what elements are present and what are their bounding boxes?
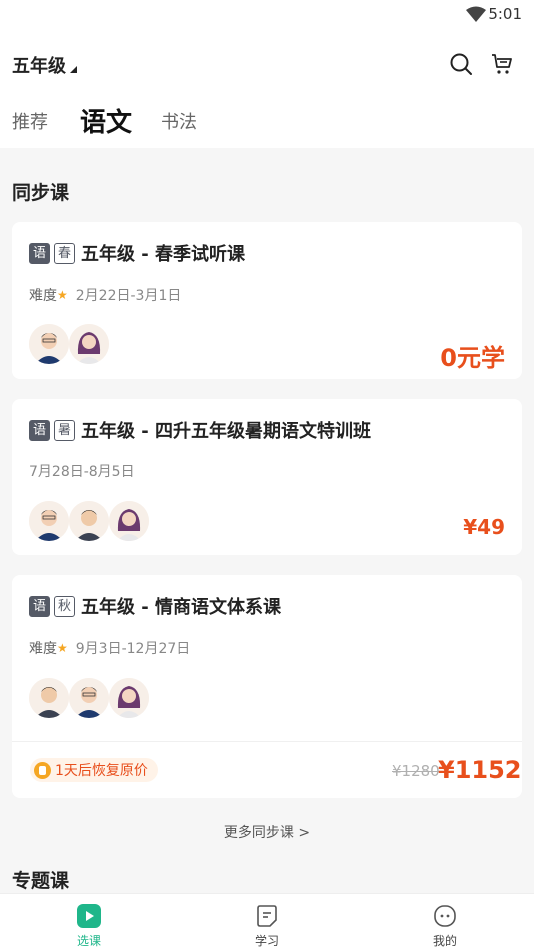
star-icon: ★ (57, 288, 68, 302)
tab-calligraphy[interactable]: 书法 (161, 108, 197, 134)
promo-badge: 1天后恢复原价 (30, 758, 158, 782)
avatar (29, 324, 69, 364)
tab-recommend[interactable]: 推荐 (12, 108, 48, 134)
course-meta: 难度 ★ 2月22日-3月1日 (29, 285, 181, 305)
avatar (69, 501, 109, 541)
search-icon[interactable] (449, 52, 473, 76)
difficulty-label: 难度 (29, 288, 57, 304)
subject-tag: 语 (29, 419, 50, 441)
avatar (29, 501, 69, 541)
course-title: 五年级 - 情商语文体系课 (81, 597, 282, 618)
grade-selector[interactable]: 五年级 (12, 52, 66, 78)
divider (12, 741, 522, 742)
wifi-icon (466, 6, 486, 22)
notes-icon (257, 905, 277, 927)
teacher-avatars (29, 678, 149, 718)
status-time: 5:01 (488, 5, 522, 23)
bottom-nav: 选课 学习 我的 (0, 893, 534, 949)
top-bar: 五年级 推荐 语文 书法 (0, 30, 534, 148)
course-dates: 7月28日-8月5日 (29, 464, 135, 480)
course-title: 五年级 - 四升五年级暑期语文特训班 (81, 421, 372, 442)
star-icon: ★ (57, 641, 68, 655)
caret-icon[interactable] (70, 66, 77, 73)
nav-item-study[interactable]: 学习 (178, 894, 356, 949)
status-bar: 5:01 (0, 0, 534, 30)
course-card[interactable]: 语 秋 五年级 - 情商语文体系课 难度 ★ 9月3日-12月27日 1天后恢复… (12, 575, 522, 798)
course-price: 0元学 (440, 344, 505, 372)
avatar (69, 678, 109, 718)
card-title-row: 语 春 五年级 - 春季试听课 (29, 240, 245, 266)
difficulty-label: 难度 (29, 641, 57, 657)
face-icon (434, 905, 456, 927)
course-dates: 9月3日-12月27日 (75, 641, 191, 657)
section-title-sync: 同步课 (12, 182, 70, 204)
course-meta: 难度 ★ 9月3日-12月27日 (29, 638, 190, 658)
promo-text: 1天后恢复原价 (55, 763, 148, 779)
cart-icon[interactable] (490, 52, 514, 76)
play-icon (77, 904, 101, 928)
original-price: ¥1280 (392, 762, 440, 780)
more-sync-link[interactable]: 更多同步课 > (0, 822, 534, 842)
avatar (109, 678, 149, 718)
nav-item-select-course[interactable]: 选课 (0, 894, 178, 949)
course-card[interactable]: 语 春 五年级 - 春季试听课 难度 ★ 2月22日-3月1日 0元学 (12, 222, 522, 379)
course-meta: 7月28日-8月5日 (29, 461, 135, 481)
teacher-avatars (29, 324, 109, 364)
card-title-row: 语 秋 五年级 - 情商语文体系课 (29, 593, 281, 619)
season-tag: 秋 (54, 595, 75, 617)
card-title-row: 语 暑 五年级 - 四升五年级暑期语文特训班 (29, 417, 371, 443)
avatar (29, 678, 69, 718)
season-tag: 暑 (54, 419, 75, 441)
course-card[interactable]: 语 暑 五年级 - 四升五年级暑期语文特训班 7月28日-8月5日 ¥49 (12, 399, 522, 555)
tab-chinese[interactable]: 语文 (80, 102, 132, 139)
nav-label: 选课 (76, 934, 101, 948)
avatar (69, 324, 109, 364)
nav-item-mine[interactable]: 我的 (356, 894, 534, 949)
subject-tag: 语 (29, 595, 50, 617)
subject-tag: 语 (29, 242, 50, 264)
season-tag: 春 (54, 242, 75, 264)
section-title-special: 专题课 (12, 870, 70, 892)
nav-label: 我的 (432, 934, 457, 948)
bell-icon (34, 761, 51, 779)
course-price: ¥49 (463, 515, 505, 539)
course-price: ¥1152 (438, 756, 522, 784)
course-title: 五年级 - 春季试听课 (81, 244, 246, 265)
teacher-avatars (29, 501, 149, 541)
nav-label: 学习 (254, 934, 279, 948)
course-dates: 2月22日-3月1日 (75, 288, 182, 304)
avatar (109, 501, 149, 541)
